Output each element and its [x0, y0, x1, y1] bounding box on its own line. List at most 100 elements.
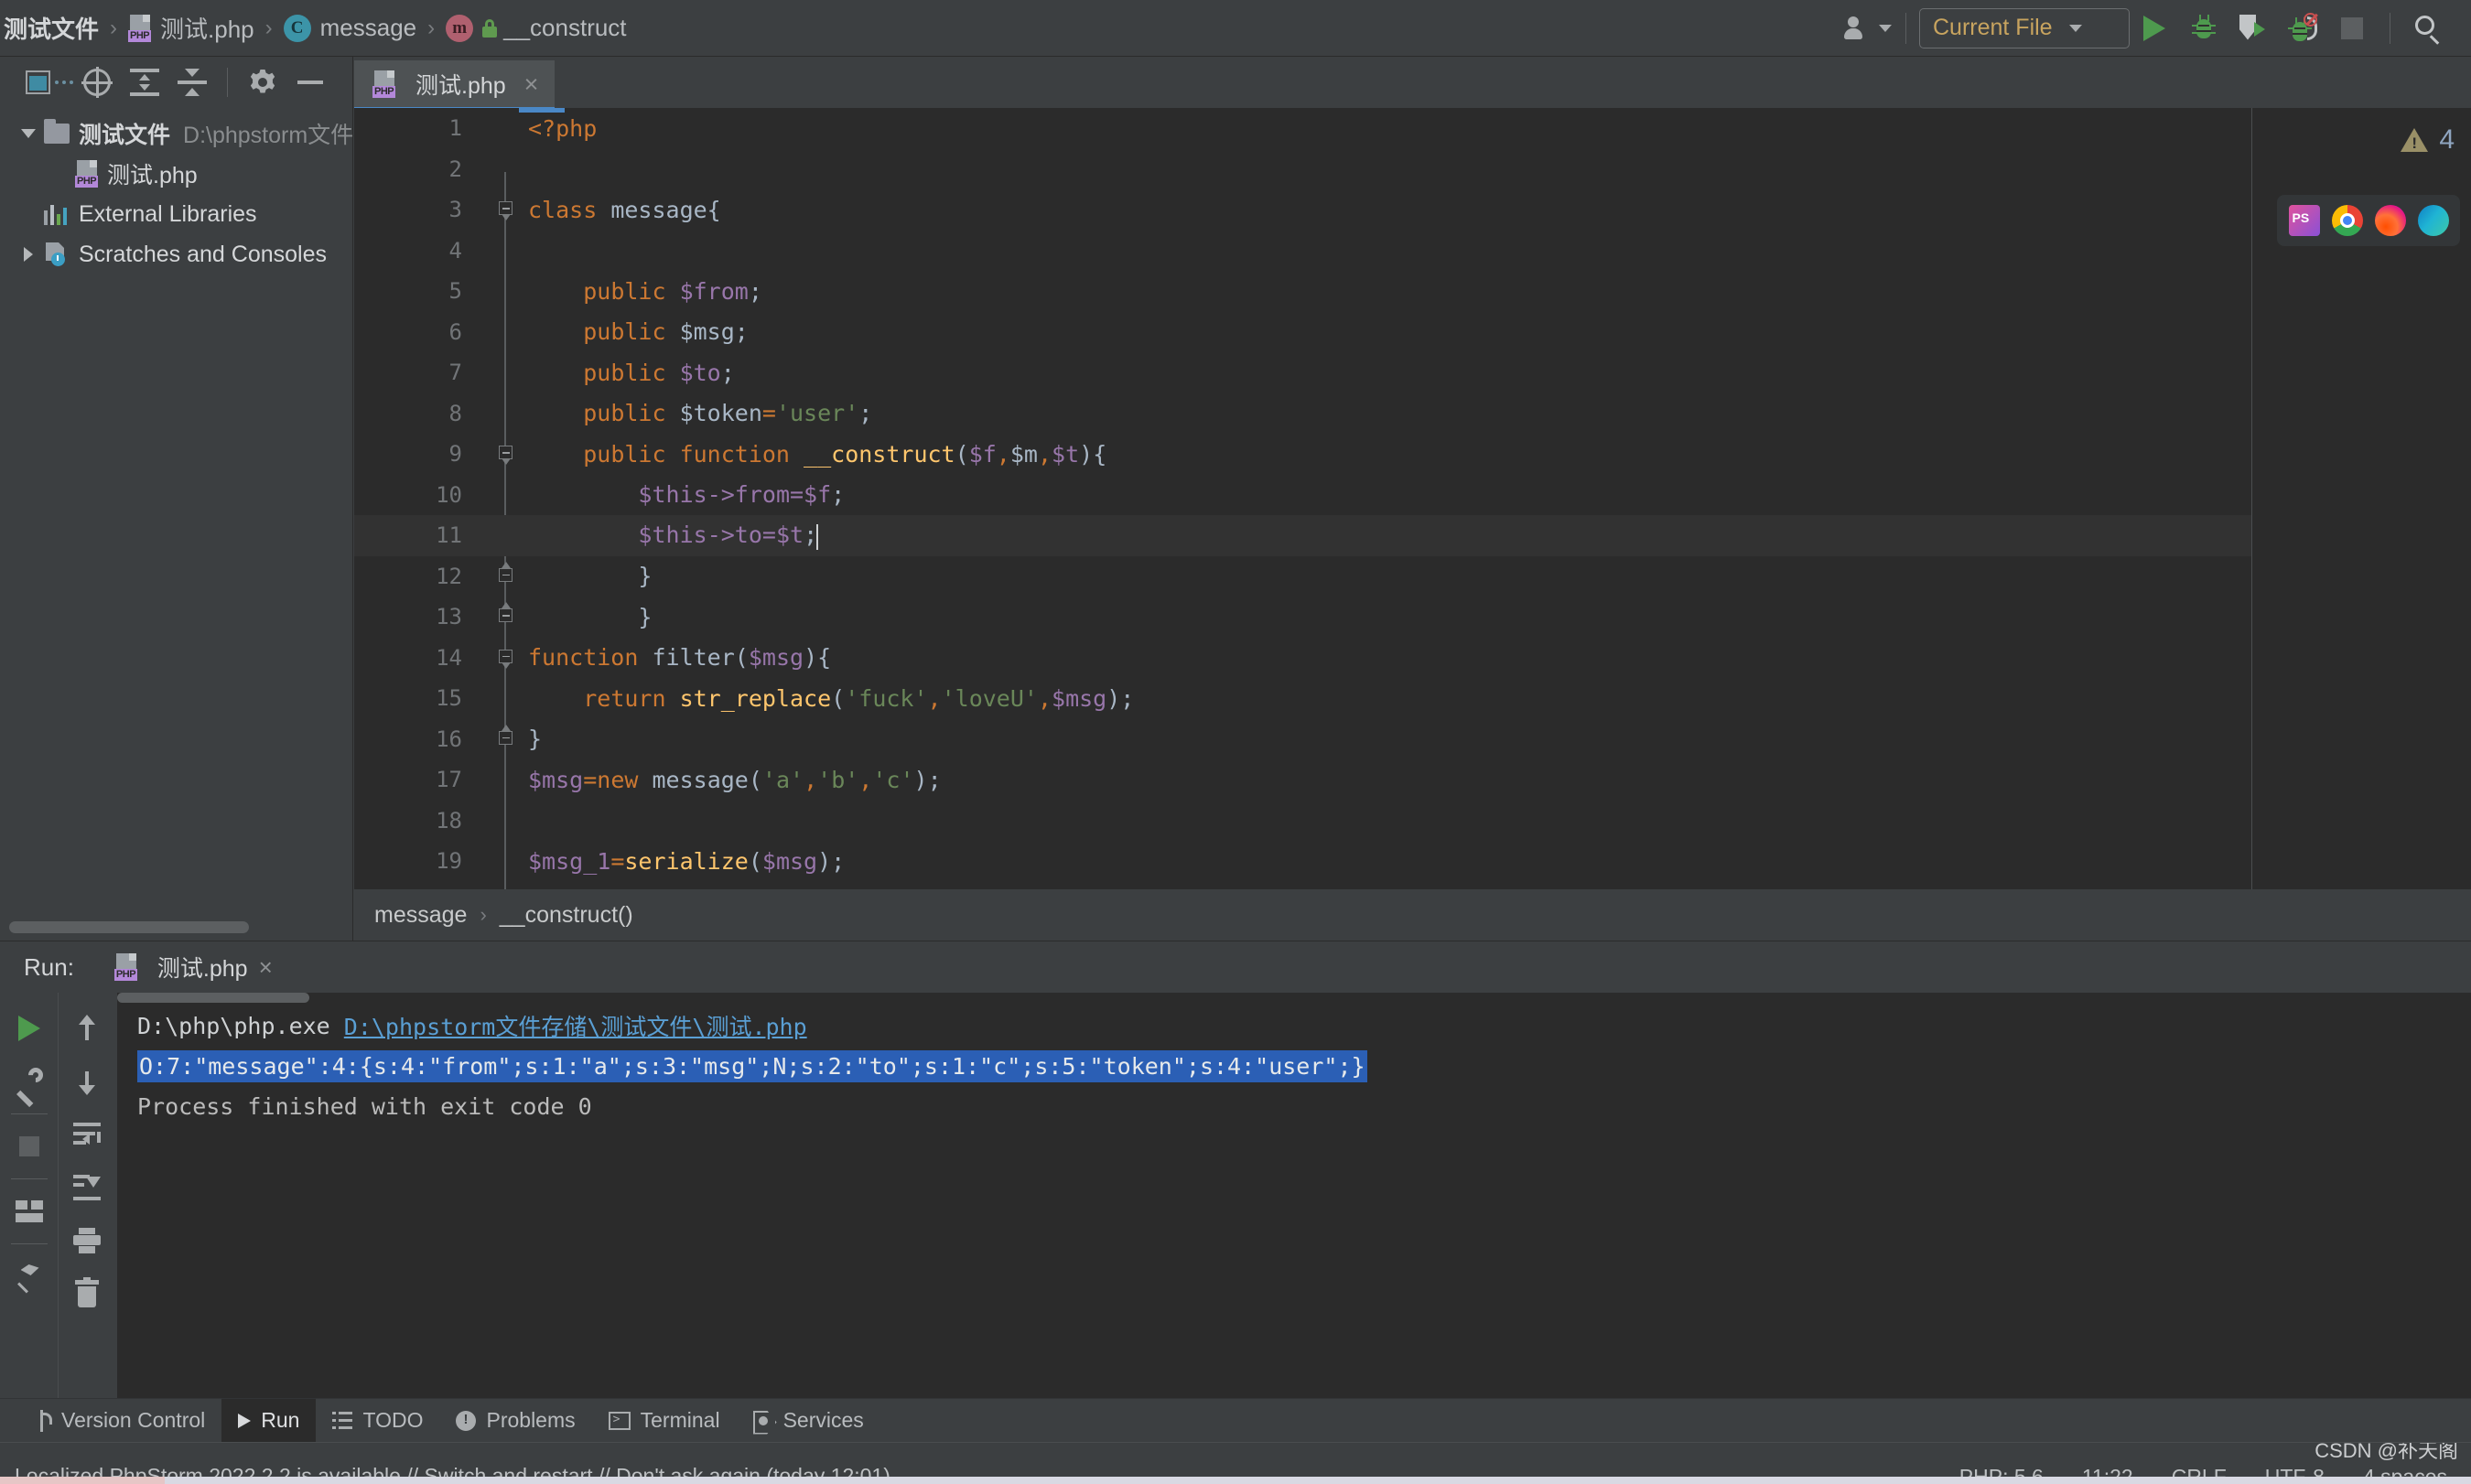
edit-configuration-button[interactable]	[4, 1055, 55, 1108]
expand-all-button[interactable]	[121, 59, 168, 106]
editor-tabbar: PHP 测试.php ×	[354, 57, 2471, 112]
select-opened-file-button[interactable]	[73, 59, 121, 106]
tree-item-external-libraries[interactable]: External Libraries	[0, 194, 352, 234]
code-fold-bot-icon[interactable]	[499, 561, 515, 585]
code-line[interactable]: 2	[354, 149, 2471, 190]
tree-label-php-file: 测试.php	[107, 163, 198, 188]
run-configuration-selector[interactable]: Current File	[1919, 7, 2130, 48]
code-fold-bot-icon[interactable]	[499, 602, 515, 625]
code-line[interactable]: 8 public $token='user';	[354, 393, 2471, 435]
breadcrumb-item-project[interactable]: 测试文件	[4, 11, 99, 45]
code-line[interactable]: 14 function filter($msg){	[354, 638, 2471, 679]
next-occurrence-button[interactable]	[61, 1055, 113, 1108]
editor-tab-php-file[interactable]: PHP 测试.php ×	[354, 60, 556, 112]
code-text: function filter($msg){	[528, 644, 832, 672]
code-line[interactable]: 19 $msg_1=serialize($msg);	[354, 841, 2471, 882]
code-line[interactable]: 4	[354, 231, 2471, 272]
tool-window-todo[interactable]: TODO	[316, 1399, 439, 1443]
pin-tab-button[interactable]	[4, 1250, 55, 1303]
collapse-all-button[interactable]	[168, 59, 216, 106]
rerun-icon	[17, 1016, 40, 1041]
user-account-button[interactable]	[1843, 4, 1893, 53]
code-line[interactable]: 15 return str_replace('fuck','loveU',$ms…	[354, 678, 2471, 719]
project-horizontal-scrollbar[interactable]	[9, 921, 249, 933]
expand-toggle[interactable]	[13, 247, 44, 262]
run-configuration-label: Current File	[1933, 15, 2053, 40]
toolbar-divider	[10, 1243, 48, 1244]
scroll-to-end-icon	[73, 1175, 101, 1200]
code-line[interactable]: 17 $msg=new message('a','b','c');	[354, 759, 2471, 801]
down-arrow-icon	[75, 1068, 99, 1095]
run-with-coverage-button[interactable]	[2228, 4, 2278, 53]
tool-window-problems[interactable]: Problems	[439, 1399, 591, 1443]
code-line[interactable]: 1 <?php	[354, 108, 2471, 149]
code-line[interactable]: 20	[354, 882, 2471, 890]
tool-window-version-control[interactable]: Version Control	[16, 1399, 221, 1443]
code-line[interactable]: 3 class message{	[354, 189, 2471, 231]
clear-all-button[interactable]	[61, 1267, 113, 1320]
debug-button[interactable]	[2179, 4, 2228, 53]
code-fold-top-icon[interactable]	[499, 201, 515, 221]
hide-panel-button[interactable]	[286, 59, 334, 106]
console-horizontal-scrollbar[interactable]	[117, 993, 309, 1003]
firefox-icon[interactable]	[2374, 205, 2406, 236]
search-everywhere-button[interactable]	[2403, 4, 2453, 53]
print-button[interactable]	[61, 1214, 113, 1267]
run-toolbar-left-column	[0, 993, 58, 1424]
run-tab[interactable]: PHP 测试.php ×	[100, 941, 287, 993]
breadcrumb-item-method[interactable]: m __construct	[446, 14, 627, 42]
code-line[interactable]: 12 }	[354, 556, 2471, 597]
inspection-status[interactable]: 4	[2401, 124, 2455, 156]
tree-item-scratches[interactable]: Scratches and Consoles	[0, 234, 352, 274]
lock-icon	[482, 18, 498, 38]
code-line[interactable]: 7 public $to;	[354, 352, 2471, 393]
phpstorm-preview-icon[interactable]	[2288, 205, 2320, 236]
tree-item-project-root[interactable]: 测试文件 D:\phpstorm文件	[0, 113, 353, 154]
php-file-icon: PHP	[372, 70, 396, 98]
breadcrumb-item-class[interactable]: C message	[283, 14, 416, 42]
navigation-breadcrumb: 测试文件 › PHP 测试.php › C message › m __cons…	[0, 0, 627, 57]
breadcrumb-item-file[interactable]: PHP 测试.php	[128, 11, 254, 45]
breadcrumb-separator: ›	[480, 903, 487, 926]
run-console-output[interactable]: D:\php\php.exe D:\phpstorm文件存储\测试文件\测试.p…	[117, 993, 2471, 1424]
breadcrumb-method[interactable]: __construct()	[500, 902, 633, 929]
tree-item-php-file[interactable]: PHP 测试.php	[0, 154, 352, 194]
rerun-button[interactable]	[4, 1002, 55, 1055]
previous-occurrence-button[interactable]	[61, 1002, 113, 1055]
profile-button[interactable]	[2278, 4, 2327, 53]
code-line[interactable]: 13 }	[354, 597, 2471, 638]
more-options-icon	[55, 81, 73, 84]
code-fold-top-icon[interactable]	[499, 649, 515, 669]
code-line[interactable]: 9 public function __construct($f,$m,$t){	[354, 434, 2471, 475]
tool-window-services[interactable]: Services	[737, 1399, 880, 1443]
tool-window-label: Version Control	[61, 1408, 206, 1432]
code-line[interactable]: 16}	[354, 719, 2471, 760]
tool-window-terminal[interactable]: Terminal	[592, 1399, 737, 1443]
code-line[interactable]: 18	[354, 801, 2471, 842]
scroll-to-end-button[interactable]	[61, 1161, 113, 1214]
close-icon[interactable]: ×	[259, 953, 273, 982]
run-button[interactable]	[2130, 4, 2179, 53]
code-line[interactable]: 10 $this->from=$f;	[354, 475, 2471, 516]
chrome-icon[interactable]	[2331, 205, 2363, 236]
console-command-link[interactable]: D:\phpstorm文件存储\测试文件\测试.php	[344, 1009, 807, 1042]
line-number: 5	[448, 278, 462, 305]
stop-process-button[interactable]	[4, 1120, 55, 1173]
close-icon[interactable]: ×	[517, 71, 539, 97]
expand-toggle[interactable]	[13, 129, 44, 138]
code-fold-bot-icon[interactable]	[499, 724, 515, 747]
code-line[interactable]: 5 public $from;	[354, 271, 2471, 312]
code-line[interactable]: 6 public $msg;	[354, 312, 2471, 353]
code-line[interactable]: 11 $this->to=$t;	[354, 515, 2471, 556]
soft-wrap-button[interactable]	[61, 1108, 113, 1161]
layout-settings-button[interactable]	[4, 1185, 55, 1238]
line-number: 17	[436, 767, 462, 793]
settings-button[interactable]	[239, 59, 286, 106]
code-editor[interactable]: 1 <?php 2 3 class message{4 5 public $from; 6 …	[354, 108, 2471, 889]
stop-button[interactable]	[2327, 4, 2377, 53]
tool-window-run[interactable]: Run	[221, 1398, 317, 1443]
breadcrumb-class[interactable]: message	[374, 902, 467, 929]
project-view-button[interactable]	[26, 59, 73, 106]
edge-icon[interactable]	[2417, 205, 2449, 236]
code-fold-top-icon[interactable]	[499, 446, 515, 466]
